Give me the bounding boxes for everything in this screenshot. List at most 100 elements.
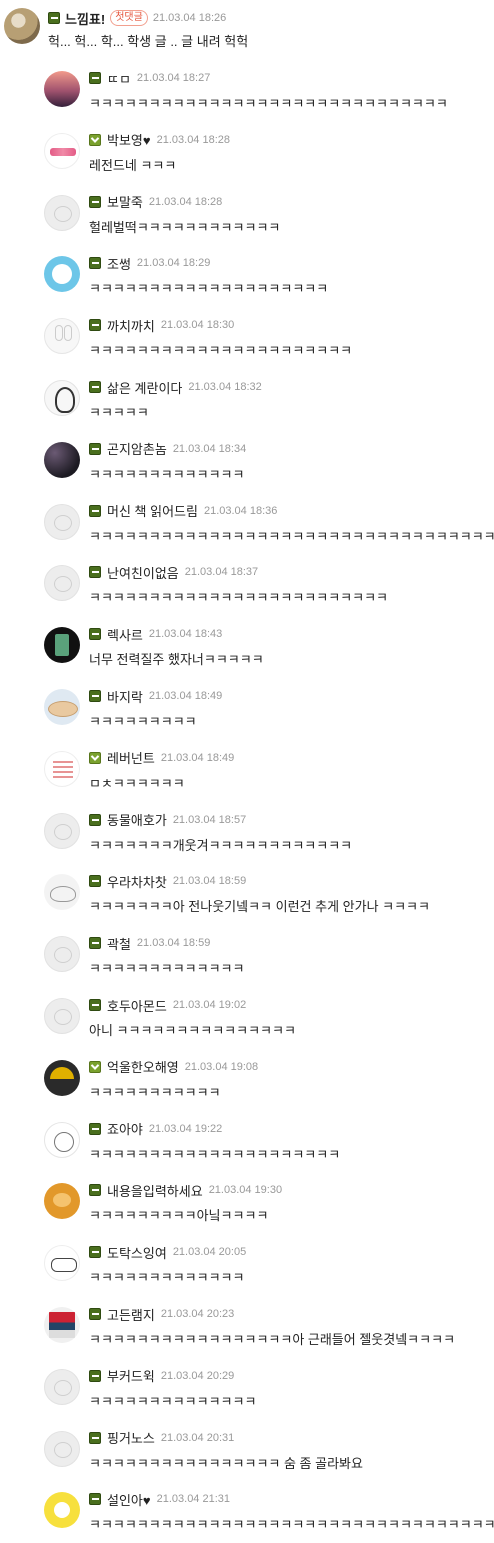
- nickname[interactable]: 고든램지: [107, 1305, 155, 1324]
- comment-text: ㅋㅋㅋㅋㅋㅋㅋㅋㅋ아닠ㅋㅋㅋㅋ: [89, 1208, 269, 1224]
- nickname[interactable]: 렉사르: [107, 625, 143, 644]
- nickname[interactable]: 삶은 계란이다: [107, 378, 182, 397]
- avatar[interactable]: [44, 750, 80, 787]
- member-level-icon: [89, 937, 101, 950]
- timestamp: 21.03.04 18:49: [148, 690, 223, 702]
- timestamp: 21.03.04 20:29: [160, 1369, 235, 1382]
- avatar[interactable]: [44, 1368, 80, 1405]
- comment-text: 아니 ㅋㅋㅋㅋㅋㅋㅋㅋㅋㅋㅋㅋㅋㅋㅋ: [89, 1023, 296, 1038]
- avatar[interactable]: [44, 1121, 80, 1158]
- avatar[interactable]: [44, 998, 80, 1034]
- avatar[interactable]: [44, 132, 80, 169]
- timestamp: 21.03.04 18:32: [188, 381, 262, 393]
- nickname[interactable]: 내용을입력하세요: [107, 1181, 203, 1200]
- member-level-icon: [89, 628, 101, 641]
- timestamp: 21.03.04 18:27: [136, 72, 211, 84]
- avatar[interactable]: [44, 1059, 80, 1096]
- nickname[interactable]: 조썽: [107, 254, 131, 273]
- comment-meta: 느낌표! 첫댓글 21.03.04 18:26: [48, 9, 227, 28]
- nickname[interactable]: 보말죽: [107, 192, 143, 211]
- member-level-icon: [89, 1308, 101, 1320]
- comment-text: 헉... 헉... 학... 학생 글 .. 글 내려 헉헉: [48, 34, 249, 49]
- member-level-icon: [89, 1431, 101, 1444]
- comment-text: 레전드네 ㅋㅋㅋ: [89, 157, 177, 173]
- avatar[interactable]: [44, 627, 80, 664]
- reply-item: 동물애호가 21.03.04 18:57 ㅋㅋㅋㅋㅋㅋㅋ개웃겨ㅋㅋㅋㅋㅋㅋㅋㅋㅋㅋㅋ…: [0, 802, 494, 864]
- nickname[interactable]: 곤지암촌놈: [107, 439, 167, 458]
- comment-meta: 곽철 21.03.04 18:59: [89, 934, 210, 953]
- avatar[interactable]: [4, 8, 40, 44]
- member-level-icon: [89, 751, 101, 764]
- avatar[interactable]: [44, 1183, 80, 1220]
- nickname[interactable]: 바지락: [107, 687, 143, 706]
- comment-meta: 레버넌트 21.03.04 18:49: [89, 750, 234, 766]
- comment-meta: ㄸㅁ 21.03.04 18:27: [89, 69, 211, 88]
- avatar[interactable]: [44, 318, 80, 355]
- nickname[interactable]: 호두아몬드: [107, 996, 167, 1015]
- avatar[interactable]: [44, 689, 80, 725]
- nickname[interactable]: 머신 책 읽어드림: [107, 501, 198, 520]
- comment-text: ㅋㅋㅋㅋㅋㅋㅋㅋㅋㅋㅋㅋㅋ: [89, 961, 245, 977]
- nickname[interactable]: 억울한오해영: [107, 1057, 179, 1076]
- avatar[interactable]: [44, 812, 80, 849]
- nickname[interactable]: ㄸㅁ: [107, 69, 131, 88]
- reply-item: 도탁스잉여 21.03.04 20:05 ㅋㅋㅋㅋㅋㅋㅋㅋㅋㅋㅋㅋㅋ: [0, 1234, 494, 1296]
- avatar[interactable]: [44, 194, 80, 231]
- comment-meta: 도탁스잉여 21.03.04 20:05: [89, 1243, 247, 1262]
- reply-item: 부커드윅 21.03.04 20:29 ㅋㅋㅋㅋㅋㅋㅋㅋㅋㅋㅋㅋㅋㅋ: [0, 1358, 494, 1420]
- comment-text: ㅋㅋㅋㅋㅋㅋㅋㅋㅋㅋㅋㅋㅋㅋㅋㅋㅋㅋㅋㅋㅋㅋ: [89, 343, 353, 359]
- nickname[interactable]: 동물애호가: [107, 810, 167, 829]
- nickname[interactable]: 박보영♥: [107, 130, 151, 149]
- top-comment: 느낌표! 첫댓글 21.03.04 18:26 헉... 헉... 학... 학…: [0, 0, 494, 60]
- avatar[interactable]: [44, 441, 80, 478]
- nickname[interactable]: 우라차차찻: [107, 872, 167, 891]
- comment-text: ㅋㅋㅋㅋㅋㅋㅋㅋㅋㅋㅋㅋㅋ: [89, 466, 245, 482]
- avatar[interactable]: [44, 71, 80, 107]
- timestamp: 21.03.04 20:23: [160, 1308, 235, 1320]
- member-level-icon: [89, 875, 101, 888]
- avatar[interactable]: [44, 1307, 80, 1343]
- nickname[interactable]: 까치까치: [107, 316, 155, 335]
- avatar[interactable]: [44, 936, 80, 973]
- avatar[interactable]: [44, 1492, 80, 1529]
- timestamp: 21.03.04 18:26: [152, 12, 227, 24]
- reply-item: 박보영♥ 21.03.04 18:28 레전드네 ㅋㅋㅋ: [0, 122, 494, 184]
- timestamp: 21.03.04 18:57: [172, 813, 247, 826]
- reply-item: 내용을입력하세요 21.03.04 19:30 ㅋㅋㅋㅋㅋㅋㅋㅋㅋ아닠ㅋㅋㅋㅋ: [0, 1172, 494, 1234]
- member-level-icon: [89, 72, 101, 84]
- member-level-icon: [89, 690, 101, 702]
- timestamp: 21.03.04 20:31: [160, 1431, 235, 1444]
- comment-meta: 보말죽 21.03.04 18:28: [89, 194, 222, 210]
- nickname[interactable]: 난여친이없음: [107, 563, 179, 582]
- nickname[interactable]: 도탁스잉여: [107, 1243, 167, 1262]
- nickname[interactable]: 느낌표!: [65, 9, 105, 28]
- nickname[interactable]: 죠아야: [107, 1119, 143, 1138]
- nickname[interactable]: 레버넌트: [107, 748, 155, 767]
- comment-meta: 죠아야 21.03.04 19:22: [89, 1121, 222, 1137]
- nickname[interactable]: 부커드윅: [107, 1366, 155, 1385]
- nickname[interactable]: 설인아♥: [107, 1490, 151, 1509]
- comment-text: ㅋㅋㅋㅋㅋㅋㅋㅋㅋㅋㅋㅋㅋㅋㅋㅋㅋㅋㅋㅋㅋㅋㅋㅋㅋ: [89, 590, 389, 606]
- avatar[interactable]: [44, 565, 80, 602]
- reply-item: 핑거노스 21.03.04 20:31 ㅋㅋㅋㅋㅋㅋㅋㅋㅋㅋㅋㅋㅋㅋㅋㅋ 숨 좀 골…: [0, 1420, 494, 1482]
- timestamp: 21.03.04 19:22: [148, 1122, 223, 1135]
- member-level-icon: [89, 133, 101, 146]
- nickname[interactable]: 곽철: [107, 934, 131, 953]
- member-level-icon: [89, 504, 101, 517]
- comment-text: ㅋㅋㅋㅋㅋㅋㅋㅋㅋ: [89, 714, 197, 729]
- avatar[interactable]: [44, 380, 80, 416]
- timestamp: 21.03.04 20:05: [172, 1246, 247, 1259]
- comment-text: 너무 전력질주 했자너ㅋㅋㅋㅋㅋ: [89, 652, 264, 668]
- avatar[interactable]: [44, 503, 80, 540]
- avatar[interactable]: [44, 1245, 80, 1282]
- avatar[interactable]: [44, 256, 80, 293]
- comment-meta: 동물애호가 21.03.04 18:57: [89, 812, 246, 828]
- comment-meta: 설인아♥ 21.03.04 21:31: [89, 1490, 230, 1509]
- timestamp: 21.03.04 18:28: [156, 133, 231, 146]
- avatar[interactable]: [44, 1430, 80, 1467]
- comment-meta: 삶은 계란이다 21.03.04 18:32: [89, 378, 262, 397]
- avatar[interactable]: [44, 874, 80, 911]
- nickname[interactable]: 핑거노스: [107, 1428, 155, 1447]
- comment-meta: 렉사르 21.03.04 18:43: [89, 625, 222, 644]
- comment-text: ㅋㅋㅋㅋㅋㅋㅋㅋㅋㅋㅋㅋㅋㅋㅋㅋㅋ아 근래들어 젤웃겻넼ㅋㅋㅋㅋ: [89, 1332, 456, 1347]
